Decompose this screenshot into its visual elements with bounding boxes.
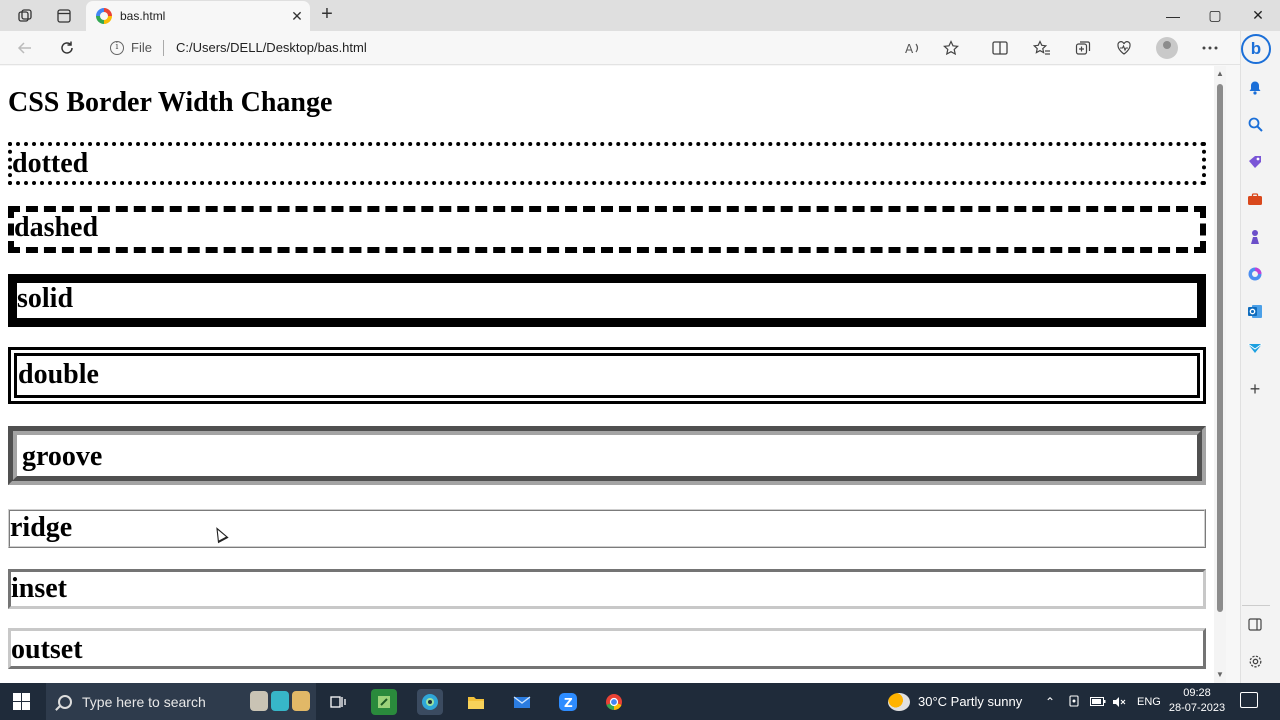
inset-border-box: inset (8, 569, 1206, 609)
search-placeholder: Type here to search (82, 693, 206, 710)
clock-date: 28-07-2023 (1168, 702, 1226, 714)
close-window-button[interactable]: ✕ (1235, 0, 1280, 31)
ridge-label: ridge (10, 512, 73, 543)
input-language[interactable]: ENG (1137, 683, 1161, 720)
notification-center-icon[interactable] (1240, 692, 1258, 708)
weather-widget[interactable]: 30°C Partly sunny (888, 683, 1022, 720)
address-prefix: File (131, 40, 152, 55)
tab-bas-html[interactable]: bas.html ✕ (86, 1, 310, 31)
tab-actions-icon[interactable] (53, 5, 75, 27)
inset-label: inset (11, 573, 67, 604)
system-clock[interactable]: 09:28 28-07-2023 (1168, 686, 1226, 716)
new-tab-button[interactable]: + (316, 4, 338, 26)
dashed-border-box: dashed (8, 206, 1206, 253)
outset-border-box: outset (8, 628, 1206, 669)
groove-label: groove (22, 441, 103, 472)
bing-chat-icon[interactable]: b (1241, 34, 1271, 64)
hide-sidebar-icon[interactable] (1244, 613, 1266, 635)
solid-border-box: solid (8, 274, 1206, 327)
battery-icon[interactable] (1090, 683, 1106, 720)
settings-gear-icon[interactable] (1244, 650, 1266, 672)
volume-muted-icon[interactable] (1112, 683, 1126, 720)
maximize-button[interactable]: ▢ (1192, 0, 1238, 31)
more-menu-icon[interactable] (1198, 37, 1222, 59)
search-icon[interactable] (1244, 113, 1266, 135)
scroll-down-icon[interactable]: ▼ (1216, 670, 1224, 679)
web-page-content: CSS Border Width Change dotted dashed so… (0, 66, 1214, 683)
profile-avatar[interactable] (1156, 37, 1178, 59)
double-label: double (18, 359, 99, 390)
collections-icon[interactable] (1071, 37, 1095, 59)
outlook-icon[interactable] (1244, 300, 1266, 322)
windows-taskbar: Type here to search Z 30°C Partly sunny … (0, 683, 1280, 720)
show-hidden-icons-chevron-icon[interactable]: ⌃ (1045, 683, 1055, 720)
partly-sunny-icon (888, 692, 910, 711)
dashed-label: dashed (14, 212, 99, 243)
minimize-button[interactable]: — (1150, 0, 1196, 31)
task-view-icon[interactable] (325, 689, 351, 715)
edge-browser-icon[interactable] (417, 689, 443, 715)
page-scrollbar[interactable]: ▲ ▼ (1214, 66, 1226, 683)
outset-label: outset (11, 634, 83, 665)
shopping-tag-icon[interactable] (1244, 151, 1266, 173)
chrome-icon[interactable] (601, 689, 627, 715)
favorite-star-icon[interactable] (939, 37, 963, 59)
drop-send-icon[interactable] (1244, 337, 1266, 359)
workspaces-icon[interactable] (14, 5, 36, 27)
file-explorer-icon[interactable] (463, 689, 489, 715)
address-separator (163, 40, 164, 56)
browser-toolbar: i File C:/Users/DELL/Desktop/bas.html A (0, 31, 1240, 65)
taskbar-search-box[interactable]: Type here to search (46, 683, 316, 720)
info-icon: i (110, 40, 124, 55)
groove-border-box: groove (8, 426, 1206, 485)
title-bar: bas.html ✕ + — ▢ ✕ (0, 0, 1280, 31)
scrollbar-thumb[interactable] (1217, 84, 1223, 612)
notepad-plus-plus-icon[interactable] (371, 689, 397, 715)
page-heading: CSS Border Width Change (8, 87, 333, 118)
read-aloud-icon[interactable]: A (901, 37, 925, 59)
tab-close-icon[interactable]: ✕ (284, 8, 310, 25)
back-arrow-icon[interactable] (13, 36, 37, 60)
ridge-border-box: ridge (8, 509, 1206, 548)
google-favicon-icon (96, 8, 112, 24)
site-info[interactable]: i File (110, 40, 152, 55)
refresh-icon[interactable] (55, 36, 79, 60)
weather-text: 30°C Partly sunny (918, 694, 1023, 709)
tools-briefcase-icon[interactable] (1244, 188, 1266, 210)
tab-title: bas.html (120, 9, 166, 23)
windows-start-icon[interactable] (13, 693, 30, 710)
split-screen-icon[interactable] (988, 37, 1012, 59)
microsoft-365-icon[interactable] (1244, 263, 1266, 285)
dotted-label: dotted (12, 148, 89, 179)
sidebar-divider (1242, 605, 1270, 606)
dotted-border-box: dotted (8, 142, 1206, 185)
add-sidebar-app-icon[interactable]: + (1244, 378, 1266, 400)
notifications-bell-icon[interactable] (1244, 76, 1266, 98)
mail-icon[interactable] (509, 689, 535, 715)
double-border-box: double (8, 347, 1206, 404)
search-icon (58, 694, 72, 709)
zoom-app-icon[interactable]: Z (555, 689, 581, 715)
clock-time: 09:28 (1183, 687, 1211, 699)
solid-label: solid (17, 283, 74, 314)
search-highlight-illustration (250, 691, 310, 711)
favorites-icon[interactable] (1030, 37, 1054, 59)
browser-essentials-icon[interactable] (1112, 37, 1136, 59)
svg-text:A: A (905, 42, 914, 55)
svg-text:Z: Z (564, 696, 573, 710)
address-bar-url[interactable]: C:/Users/DELL/Desktop/bas.html (176, 40, 367, 55)
scroll-up-icon[interactable]: ▲ (1216, 69, 1224, 78)
games-chess-icon[interactable] (1244, 226, 1266, 248)
meet-now-icon[interactable] (1068, 683, 1080, 720)
